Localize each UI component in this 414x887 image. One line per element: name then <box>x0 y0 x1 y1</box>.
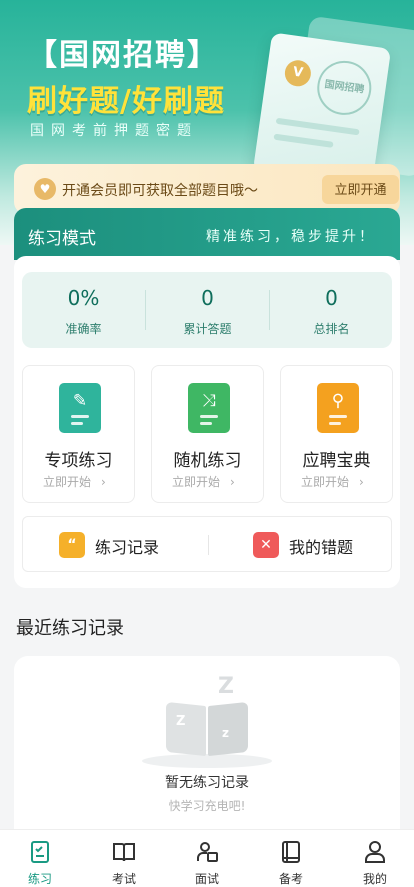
practice-header: 练习模式 精准练习，稳步提升！ <box>14 208 400 260</box>
open-vip-button[interactable]: 立即开通 <box>322 175 399 204</box>
empty-book-icon: Z z <box>166 700 248 758</box>
recent-records-card: Z Z z 暂无练习记录 快学习充电吧! <box>14 656 400 846</box>
stat-value: 0% <box>67 286 100 310</box>
mode-action: 立即开始 <box>301 475 350 489</box>
open-book-icon <box>113 843 135 862</box>
tab-label: 我的 <box>362 872 387 886</box>
stat-ranking: 0 总排名 <box>270 272 393 348</box>
stat-accuracy: 0% 准确率 <box>22 272 145 348</box>
mode-action: 立即开始 <box>43 475 92 489</box>
mode-action: 立即开始 <box>172 475 221 489</box>
wrong-questions-link[interactable]: ✕ 我的错题 <box>209 517 393 571</box>
stat-label: 总排名 <box>313 322 350 336</box>
user-icon <box>365 841 385 863</box>
tab-practice[interactable]: 练习 <box>10 830 70 887</box>
link-label: 我的错题 <box>289 538 354 557</box>
tab-prepare[interactable]: 备考 <box>261 830 321 887</box>
mode-name: 应聘宝典 <box>302 451 371 471</box>
practice-doc-icon <box>31 841 49 863</box>
tab-interview[interactable]: 面试 <box>177 830 237 887</box>
chevron-right-icon: › <box>230 475 235 489</box>
tab-label: 备考 <box>278 872 303 886</box>
error-x-icon: ✕ <box>253 532 279 558</box>
tab-exam[interactable]: 考试 <box>94 830 154 887</box>
stat-value: 0 <box>201 286 214 310</box>
mode-start-link[interactable]: 立即开始 › <box>172 473 235 490</box>
seal-stamp: 国网招聘 <box>313 57 375 119</box>
link-label: 练习记录 <box>95 538 160 557</box>
tab-label: 练习 <box>27 872 52 886</box>
vip-banner[interactable]: ♥ 开通会员即可获取全部题目哦～ 立即开通 <box>14 164 400 214</box>
notebook-icon <box>282 841 300 863</box>
mode-start-link[interactable]: 立即开始 › <box>43 473 106 490</box>
empty-state-subtitle: 快学习充电吧! <box>168 799 246 813</box>
crown-heart-icon: ♥ <box>34 178 56 200</box>
interview-person-icon <box>197 842 218 862</box>
mode-card-handbook[interactable]: ⚲ 应聘宝典 立即开始 › <box>280 365 393 503</box>
card-line <box>273 133 334 148</box>
mode-card-special[interactable]: ✎ 专项练习 立即开始 › <box>22 365 135 503</box>
chevron-right-icon: › <box>101 475 106 489</box>
quote-icon: “ <box>59 532 85 558</box>
practice-record-link[interactable]: “ 练习记录 <box>23 517 208 571</box>
hero-tagline: 国网考前押题密题 <box>30 123 198 139</box>
tab-label: 考试 <box>111 872 136 886</box>
hero-title: 【国网招聘】 <box>27 38 219 73</box>
pencil-icon: ✎ <box>59 383 101 433</box>
stat-label: 累计答题 <box>183 322 232 336</box>
sleep-z-icon: Z <box>218 674 234 699</box>
bottom-tab-bar: 练习 考试 面试 备考 我的 <box>0 829 414 887</box>
mode-start-link[interactable]: 立即开始 › <box>301 473 364 490</box>
hero-slogan: 刷好题/好刷题 <box>27 84 225 119</box>
vip-badge-icon: V <box>283 58 313 88</box>
practice-title: 练习模式 <box>28 229 96 249</box>
stat-value: 0 <box>325 286 338 310</box>
recent-title: 最近练习记录 <box>16 618 124 639</box>
practice-panel: 0% 准确率 0 累计答题 0 总排名 ✎ 专项练习 立即开始 › ⤨ 随机练习 … <box>14 256 400 588</box>
shuffle-icon: ⤨ <box>188 383 230 433</box>
magnifier-book-icon: ⚲ <box>317 383 359 433</box>
practice-slogan: 精准练习，稳步提升！ <box>206 229 376 245</box>
stats-panel: 0% 准确率 0 累计答题 0 总排名 <box>22 272 392 348</box>
tab-mine[interactable]: 我的 <box>345 830 405 887</box>
mode-card-random[interactable]: ⤨ 随机练习 立即开始 › <box>151 365 264 503</box>
vip-text: 开通会员即可获取全部题目哦～ <box>62 183 258 199</box>
chevron-right-icon: › <box>359 475 364 489</box>
stat-total-answered: 0 累计答题 <box>146 272 269 348</box>
stat-label: 准确率 <box>65 322 102 336</box>
tab-label: 面试 <box>194 872 219 886</box>
mode-name: 专项练习 <box>44 451 113 471</box>
card-line <box>275 117 360 136</box>
mode-name: 随机练习 <box>173 451 242 471</box>
quick-links: “ 练习记录 ✕ 我的错题 <box>22 516 392 572</box>
empty-state-title: 暂无练习记录 <box>165 775 249 791</box>
